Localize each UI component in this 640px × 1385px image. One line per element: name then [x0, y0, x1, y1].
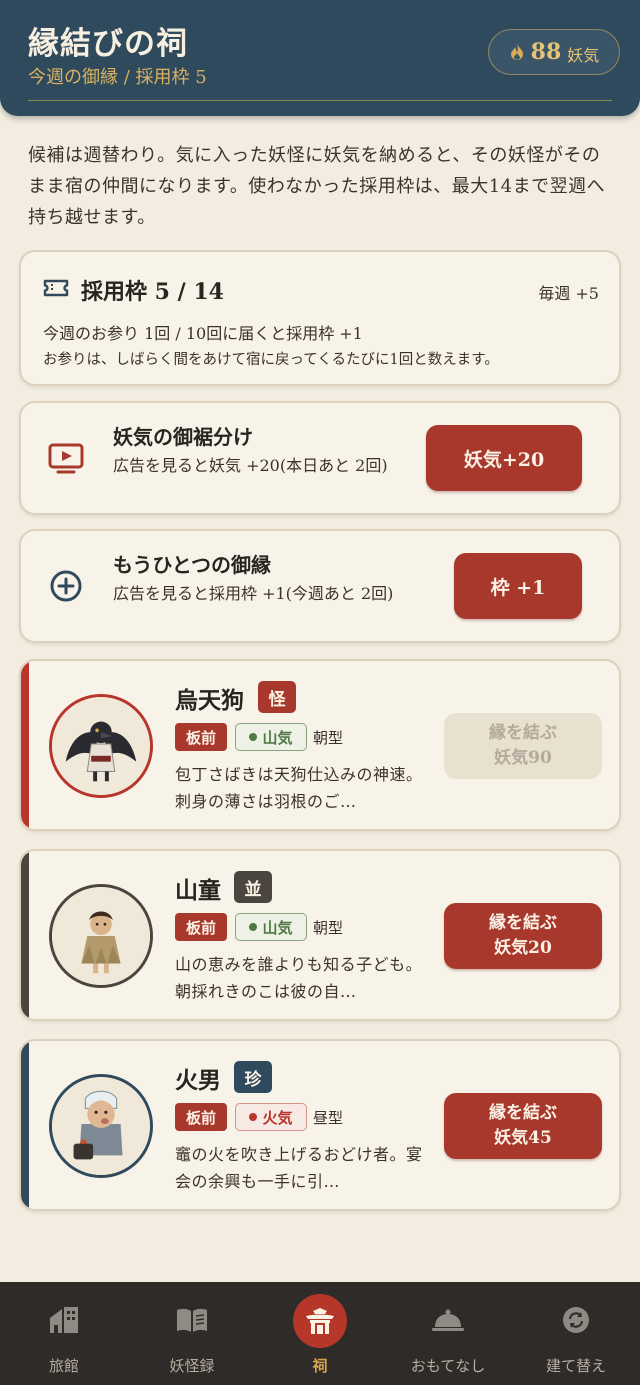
rarity-stripe [21, 851, 29, 1019]
yokai-portrait [49, 694, 153, 798]
bond-cost: 妖気20 [494, 938, 552, 958]
nav-label: 建て替え [545, 1357, 606, 1375]
nav-item-yokai-book[interactable]: 妖怪録 [128, 1282, 256, 1385]
yokai-name: 火男 [175, 1067, 221, 1094]
yokai-desc: 竈の火を吹き上げるおどけ者。宴会の余興も一手に引… [175, 1145, 423, 1191]
nav-label: 妖怪録 [169, 1357, 215, 1375]
nav-label: 祠 [312, 1357, 328, 1375]
yokai-card-yamawaro: 山童 並 板前 山気 朝型 山の恵みを誰よりも知る子ども。朝採れきのこは彼の自…… [19, 849, 621, 1021]
schedule-type: 朝型 [313, 919, 344, 937]
weekly-bonus: 毎週 +5 [538, 284, 599, 303]
nav-item-hospitality[interactable]: おもてなし [384, 1282, 512, 1385]
qi-label: 山気 [262, 728, 293, 747]
ad-desc: 広告を見ると妖気 +20(本日あと 2回) [113, 456, 388, 475]
bond-label: 縁を結ぶ [489, 1103, 557, 1123]
schedule-type: 昼型 [313, 1109, 344, 1127]
fire-man-icon [52, 1077, 150, 1175]
ad-offer-slot: もうひとつの御縁 広告を見ると採用枠 +1(今週あと 2回) 枠 +1 [19, 529, 621, 643]
shrine-icon [293, 1294, 347, 1348]
visit-progress: 今週のお参り 1回 / 10回に届くと採用枠 +1 [43, 324, 363, 343]
qi-label: 山気 [262, 918, 293, 937]
rarity-stripe [21, 661, 29, 829]
yoki-unit: 妖気 [567, 45, 600, 65]
yokai-card-karasu-tengu: 烏天狗 怪 板前 山気 朝型 包丁さばきは天狗仕込みの神速。刺身の薄さは羽根のご… [19, 659, 621, 831]
bond-button[interactable]: 縁を結ぶ 妖気20 [444, 903, 602, 969]
yokai-desc: 山の恵みを誰よりも知る子ども。朝採れきのこは彼の自… [175, 955, 423, 1001]
rarity-stripe [21, 1041, 29, 1209]
yokai-desc: 包丁さばきは天狗仕込みの神速。刺身の薄さは羽根のご… [175, 765, 423, 811]
slot-count: 採用枠 5 / 14 [81, 279, 224, 305]
qi-dot-icon [249, 923, 258, 931]
yokai-portrait [49, 884, 153, 988]
yokai-name: 烏天狗 [175, 687, 244, 714]
header-bar: 縁結びの祠 今週の御縁 / 採用枠 5 88 妖気 [0, 0, 640, 116]
bond-label: 縁を結ぶ [489, 723, 557, 743]
bond-cost: 妖気90 [494, 748, 552, 768]
qi-dot-icon [249, 1113, 258, 1121]
header-divider [28, 100, 612, 101]
bottom-nav: 旅館 妖怪録 祠 おもてなし 建て替え [0, 1282, 640, 1385]
bond-cost: 妖気45 [494, 1128, 552, 1148]
ad-offer-yoki: 妖気の御裾分け 広告を見ると妖気 +20(本日あと 2回) 妖気+20 [19, 401, 621, 515]
qi-tag: 山気 [235, 913, 307, 941]
ad-title: もうひとつの御縁 [113, 553, 271, 577]
qi-tag: 山気 [235, 723, 307, 751]
mountain-child-icon [52, 887, 150, 985]
crow-tengu-icon [52, 697, 150, 795]
ad-title: 妖気の御裾分け [113, 425, 253, 449]
nav-item-rebuild[interactable]: 建て替え [512, 1282, 640, 1385]
plus-circle-icon [50, 570, 82, 602]
page-title: 縁結びの祠 [28, 26, 188, 62]
ticket-icon [43, 279, 69, 297]
role-tag: 板前 [175, 723, 227, 751]
intro-text: 候補は週替わり。気に入った妖怪に妖気を納めると、その妖怪がそのまま宿の仲間になり… [28, 145, 606, 228]
rarity-badge: 怪 [258, 681, 296, 713]
yoki-amount: 88 [530, 39, 562, 65]
page-subtitle: 今週の御縁 / 採用枠 5 [28, 67, 207, 88]
role-tag: 板前 [175, 1103, 227, 1131]
nav-item-shrine[interactable]: 祠 [256, 1282, 384, 1385]
inn-icon [46, 1302, 82, 1338]
visit-note: お参りは、しばらく間をあけて宿に戻ってくるたびに1回と数えます。 [43, 352, 499, 368]
watch-ad-yoki-button[interactable]: 妖気+20 [426, 425, 582, 491]
tv-icon [48, 443, 84, 474]
bond-button-disabled[interactable]: 縁を結ぶ 妖気90 [444, 713, 602, 779]
bond-button[interactable]: 縁を結ぶ 妖気45 [444, 1093, 602, 1159]
book-icon [174, 1302, 210, 1338]
cloche-icon [430, 1302, 466, 1338]
qi-dot-icon [249, 733, 258, 741]
qi-label: 火気 [262, 1108, 293, 1127]
rarity-badge: 並 [234, 871, 272, 903]
rarity-badge: 珍 [234, 1061, 272, 1093]
yokai-portrait [49, 1074, 153, 1178]
watch-ad-slot-button[interactable]: 枠 +1 [454, 553, 582, 619]
ad-desc: 広告を見ると採用枠 +1(今週あと 2回) [113, 584, 394, 603]
yokai-card-hyottoko: 火男 珍 板前 火気 昼型 竈の火を吹き上げるおどけ者。宴会の余興も一手に引… … [19, 1039, 621, 1211]
yoki-balance: 88 妖気 [488, 29, 620, 75]
schedule-type: 朝型 [313, 729, 344, 747]
yokai-name: 山童 [175, 877, 221, 904]
nav-item-inn[interactable]: 旅館 [0, 1282, 128, 1385]
bond-label: 縁を結ぶ [489, 913, 557, 933]
qi-tag: 火気 [235, 1103, 307, 1131]
rebuild-icon [558, 1302, 594, 1338]
role-tag: 板前 [175, 913, 227, 941]
nav-label: おもてなし [410, 1357, 486, 1375]
recruit-slot-card: 採用枠 5 / 14 毎週 +5 今週のお参り 1回 / 10回に届くと採用枠 … [19, 250, 621, 386]
nav-label: 旅館 [48, 1357, 79, 1375]
flame-icon [510, 44, 523, 60]
